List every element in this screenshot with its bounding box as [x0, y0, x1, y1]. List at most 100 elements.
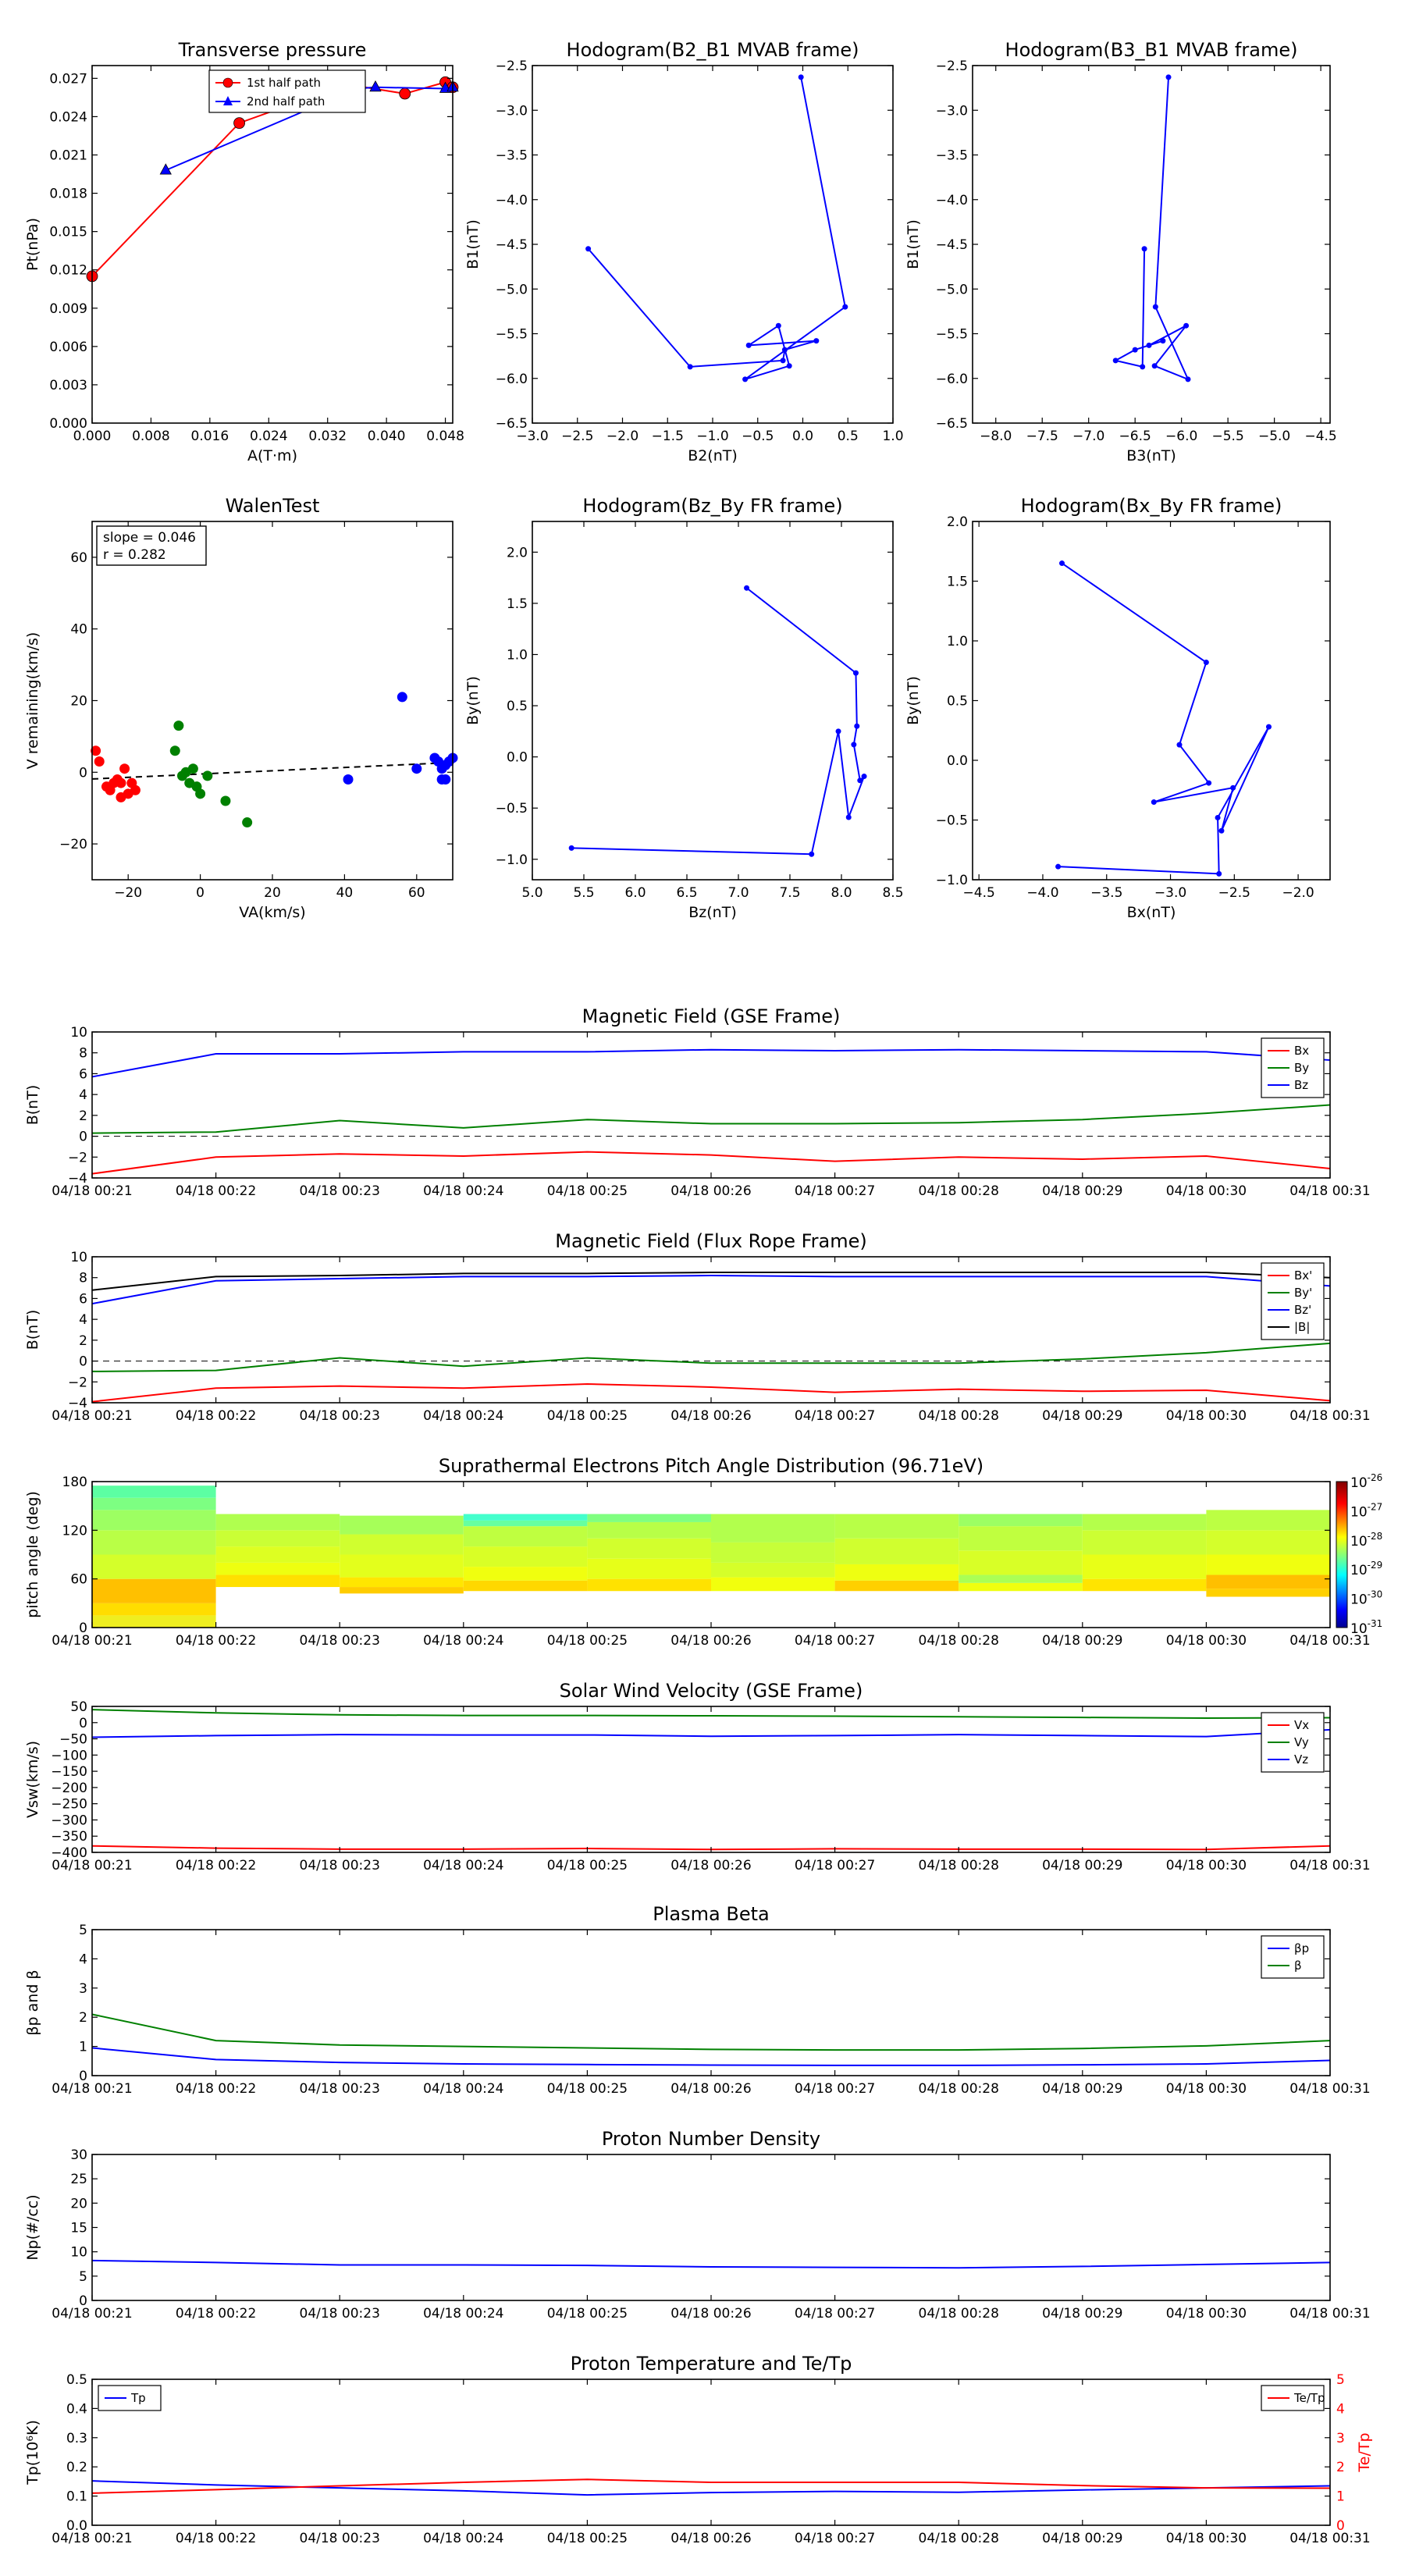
heatmap-cell	[463, 1580, 588, 1592]
chart-title: Proton Temperature and Te/Tp	[571, 2353, 852, 2375]
y-tick-label: 4	[79, 1952, 87, 1967]
time-tick-label: 04/18 00:24	[423, 1858, 503, 1873]
time-tick-label: 04/18 00:26	[670, 2306, 751, 2322]
heatmap-cell	[463, 1520, 588, 1527]
heatmap-cell	[92, 1603, 216, 1616]
data-point	[440, 774, 451, 785]
heatmap-cell	[834, 1564, 959, 1581]
time-tick-label: 04/18 00:21	[52, 2081, 132, 2097]
time-tick-label: 04/18 00:22	[176, 2306, 256, 2322]
chart-proton-number-density: Proton Number Density05101520253004/18 0…	[24, 2128, 1371, 2322]
data-point	[436, 763, 447, 774]
y-tick-label: 60	[70, 1572, 87, 1588]
time-tick-label: 04/18 00:26	[670, 1183, 751, 1199]
time-tick-label: 04/18 00:30	[1166, 2081, 1247, 2097]
time-tick-label: 04/18 00:31	[1289, 2081, 1370, 2097]
heatmap-cell	[340, 1577, 464, 1588]
y-tick-label: 1.0	[507, 647, 528, 663]
data-point	[842, 304, 848, 310]
x-tick-label: −3.0	[1154, 885, 1186, 901]
y-tick-label: −250	[51, 1797, 87, 1813]
time-tick-label: 04/18 00:23	[300, 2306, 380, 2322]
legend-label: By'	[1294, 1286, 1312, 1300]
heatmap-cell	[834, 1580, 959, 1592]
x-tick-label: 7.5	[779, 885, 800, 901]
data-point	[1140, 364, 1146, 370]
y-tick-label: 0.012	[49, 263, 87, 279]
y-tick-label: 2.0	[947, 514, 968, 530]
series-line	[91, 1342, 1331, 1372]
y-tick-label: −4.0	[936, 193, 968, 208]
data-point	[851, 742, 857, 748]
heatmap-cell	[1082, 1578, 1207, 1592]
y-tick-label: −0.5	[936, 813, 968, 829]
data-point	[786, 363, 792, 369]
y-tick-label: 8	[79, 1046, 87, 1062]
y-tick-label: 2	[79, 1108, 87, 1124]
x-tick-label: −5.5	[1212, 429, 1244, 444]
x-tick-label: 0	[196, 885, 205, 901]
x-tick-label: −0.5	[742, 429, 774, 444]
heatmap-cell	[587, 1538, 711, 1559]
data-point	[1185, 376, 1191, 382]
y-tick-label: 0.4	[66, 2401, 87, 2417]
heatmap-cell	[1206, 1574, 1330, 1589]
x-axis-label: A(T·m)	[247, 447, 297, 464]
fit-line	[91, 761, 454, 780]
y-tick-label: 10	[70, 1250, 87, 1265]
time-tick-label: 04/18 00:25	[547, 1633, 628, 1649]
data-point	[585, 246, 592, 252]
x-tick-label: −7.5	[1026, 429, 1058, 444]
y-tick-label: 1.5	[507, 596, 528, 612]
y-tick-label: 1.0	[947, 634, 968, 649]
legend-box	[1261, 1935, 1325, 1979]
data-point	[1160, 338, 1166, 344]
time-tick-label: 04/18 00:30	[1166, 2306, 1247, 2322]
time-tick-label: 04/18 00:25	[547, 2531, 628, 2546]
colorbar-tick-label: 10-30	[1350, 1589, 1382, 1608]
x-tick-label: 0.0	[792, 429, 813, 444]
y-tick-label: −2	[68, 1375, 87, 1390]
time-tick-label: 04/18 00:30	[1166, 1408, 1247, 1424]
heatmap-cell	[1206, 1589, 1330, 1597]
series-line	[91, 2013, 1331, 2051]
data-point	[1176, 742, 1183, 748]
y2-tick-label: 5	[1336, 2372, 1345, 2388]
time-tick-label: 04/18 00:27	[795, 1408, 875, 1424]
y-tick-label: 0.5	[507, 699, 528, 714]
time-tick-label: 04/18 00:24	[423, 2531, 503, 2546]
x-tick-label: −3.0	[516, 429, 548, 444]
heatmap-cell	[959, 1550, 1083, 1575]
y-axis-label: B1(nT)	[464, 219, 482, 269]
y-tick-label: −2.5	[496, 59, 528, 74]
data-point	[1151, 799, 1157, 806]
time-tick-label: 04/18 00:23	[300, 2531, 380, 2546]
heatmap-cell	[92, 1510, 216, 1531]
time-tick-label: 04/18 00:24	[423, 2306, 503, 2322]
y-tick-label: 50	[70, 1699, 87, 1715]
x-tick-label: −2.0	[1282, 885, 1314, 901]
chart-title: Hodogram(B3_B1 MVAB frame)	[1005, 39, 1298, 61]
y-tick-label: 10	[70, 1025, 87, 1041]
y-tick-label: 0.006	[49, 340, 87, 355]
data-point	[369, 80, 382, 92]
time-tick-label: 04/18 00:21	[52, 2306, 132, 2322]
plot-frame	[972, 521, 1331, 881]
data-point	[798, 74, 804, 80]
plot-frame	[91, 2379, 1331, 2526]
y-tick-label: −5.5	[936, 327, 968, 343]
y-tick-label: 2.0	[507, 545, 528, 560]
heatmap-cell	[834, 1514, 959, 1539]
time-tick-label: 04/18 00:31	[1289, 1183, 1370, 1199]
time-tick-label: 04/18 00:28	[919, 1183, 999, 1199]
x-tick-label: 0.048	[426, 429, 464, 444]
data-point	[180, 767, 191, 777]
time-tick-label: 04/18 00:29	[1042, 1183, 1122, 1199]
data-point	[687, 364, 693, 370]
y-tick-label: −3.0	[496, 103, 528, 119]
data-point	[1151, 363, 1158, 369]
data-point	[813, 338, 820, 344]
time-tick-label: 04/18 00:22	[176, 2081, 256, 2097]
y-tick-label: −5.0	[936, 282, 968, 297]
data-point	[399, 87, 411, 100]
